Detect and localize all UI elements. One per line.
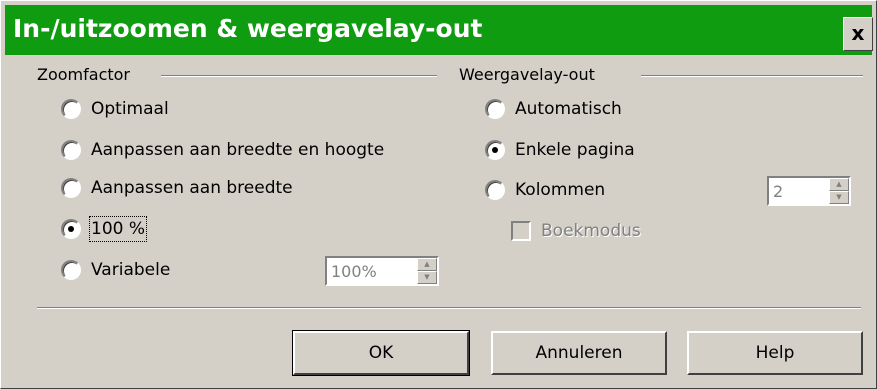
columns-spinbox[interactable]: 2 ▲ ▼ [767,176,851,206]
spin-up-icon[interactable]: ▲ [417,258,437,271]
dialog-title: In-/uitzoomen & weergavelay-out [13,14,483,43]
radio-button[interactable] [485,99,505,119]
spin-down-icon[interactable]: ▼ [417,271,437,284]
spin-up-icon[interactable]: ▲ [829,178,849,191]
radio-automatic-label: Automatisch [515,99,622,119]
book-mode-checkbox[interactable] [511,221,531,241]
radio-columns-label: Kolommen [515,180,606,200]
radio-fit-width-label: Aanpassen aan breedte [91,178,293,198]
zoom-group-divider [161,75,437,77]
radio-single-page-label: Enkele pagina [515,140,635,160]
close-icon: x [851,21,865,45]
radio-optimal-label: Optimaal [91,99,169,119]
book-mode-label: Boekmodus [541,221,641,241]
layout-group-label: Weergavelay-out [459,65,595,84]
button-separator [37,307,861,309]
help-button[interactable]: Help [687,331,863,375]
radio-button[interactable] [485,140,505,160]
title-bar: In-/uitzoomen & weergavelay-out x [5,5,873,55]
ok-button[interactable]: OK [292,330,470,376]
radio-button[interactable] [61,178,81,198]
zoom-layout-dialog: In-/uitzoomen & weergavelay-out x Zoomfa… [0,0,877,389]
variable-zoom-value[interactable]: 100% [331,262,377,282]
radio-button[interactable] [61,140,81,160]
radio-button[interactable] [485,180,505,200]
radio-100-percent-label: 100 % [88,216,148,242]
radio-button[interactable] [61,99,81,119]
radio-variable-label: Variabele [91,260,171,280]
cancel-button[interactable]: Annuleren [491,331,667,375]
close-button[interactable]: x [843,17,873,51]
spin-down-icon[interactable]: ▼ [829,191,849,204]
layout-group-divider [641,75,863,77]
radio-button[interactable] [61,219,81,239]
zoom-group-label: Zoomfactor [37,65,130,84]
columns-value[interactable]: 2 [773,182,783,202]
radio-button[interactable] [61,260,81,280]
variable-zoom-spinbox[interactable]: 100% ▲ ▼ [325,256,439,286]
radio-fit-width-height-label: Aanpassen aan breedte en hoogte [91,140,385,160]
